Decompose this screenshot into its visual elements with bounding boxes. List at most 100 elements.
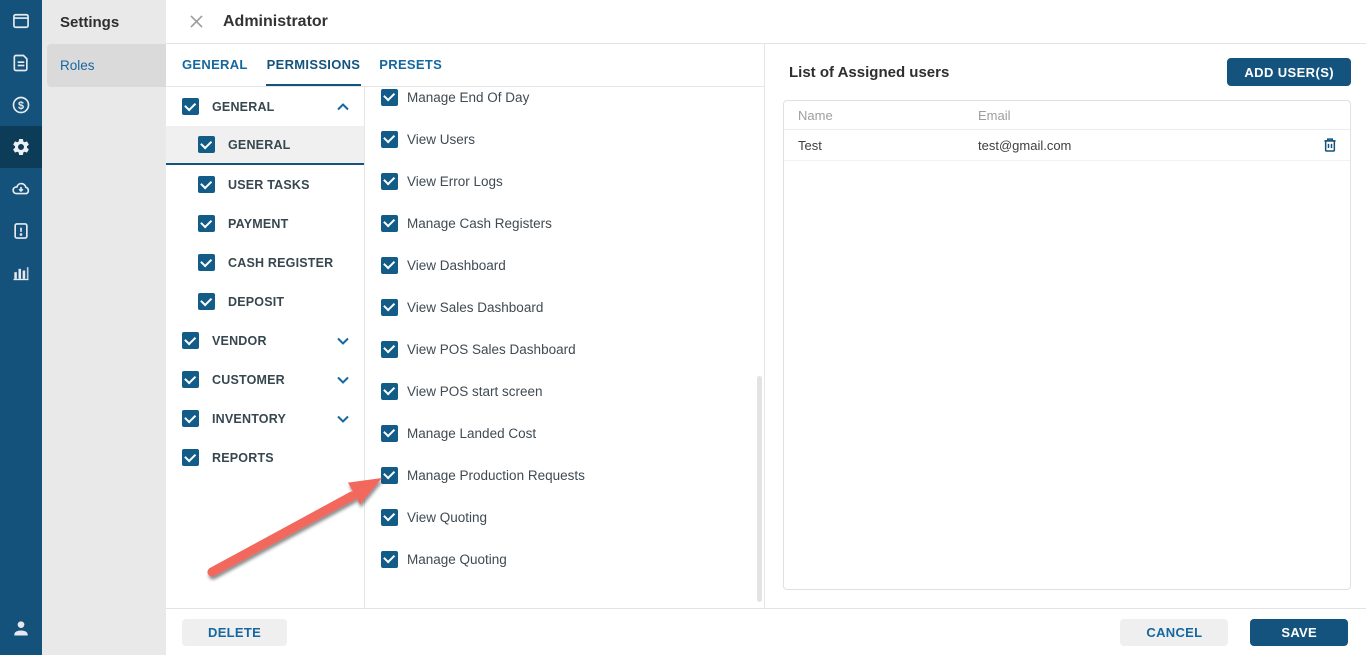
tree-item-reports[interactable]: REPORTS — [166, 438, 364, 477]
permission-item[interactable]: Manage Landed Cost — [365, 412, 764, 454]
scrollbar-thumb[interactable] — [757, 376, 762, 602]
cancel-button[interactable]: CANCEL — [1120, 618, 1229, 646]
chevron-down-icon[interactable] — [337, 415, 349, 423]
page-title: Administrator — [223, 12, 328, 30]
tree-item-label: CASH REGISTER — [228, 255, 334, 270]
delete-button[interactable]: DELETE — [182, 618, 288, 646]
tree-item-cash-register[interactable]: CASH REGISTER — [166, 243, 364, 282]
checkbox[interactable] — [381, 382, 398, 400]
svg-text:$: $ — [18, 100, 24, 112]
settings-gear-icon[interactable] — [0, 126, 42, 168]
assigned-users-table: Name Email Test test@gmail.com — [783, 100, 1351, 590]
checkbox[interactable] — [198, 176, 215, 193]
chevron-down-icon[interactable] — [337, 376, 349, 384]
permission-label: View Error Logs — [407, 173, 503, 189]
add-users-button[interactable]: ADD USER(S) — [1227, 58, 1351, 86]
delete-user-button[interactable] — [1320, 135, 1340, 155]
settings-panel-title: Settings — [60, 13, 120, 31]
tab-presets[interactable]: PRESETS — [378, 44, 443, 86]
settings-item-roles[interactable]: Roles — [47, 44, 166, 87]
column-header-name: Name — [798, 107, 833, 123]
role-editor-modal: Administrator GENERAL PERMISSIONS PRESET… — [166, 0, 1366, 655]
checkbox[interactable] — [198, 293, 215, 310]
checkbox[interactable] — [381, 466, 398, 484]
permission-label: Manage Production Requests — [407, 467, 585, 483]
tab-general[interactable]: GENERAL — [181, 44, 249, 86]
user-name-cell: Test — [798, 137, 822, 153]
bar-chart-icon[interactable] — [0, 252, 42, 294]
table-header: Name Email — [784, 101, 1350, 130]
card-alert-icon[interactable] — [0, 210, 42, 252]
checkbox[interactable] — [182, 371, 199, 388]
chevron-down-icon[interactable] — [337, 337, 349, 345]
permission-item[interactable]: Manage Quoting — [365, 538, 764, 580]
dollar-icon[interactable]: $ — [0, 84, 42, 126]
permission-label: Manage Quoting — [407, 551, 507, 567]
permission-item[interactable]: Manage End Of Day — [365, 87, 764, 118]
tree-item-inventory[interactable]: INVENTORY — [166, 399, 364, 438]
assigned-users-panel: List of Assigned users ADD USER(S) Name … — [765, 44, 1366, 608]
permissions-column: GENERAL PERMISSIONS PRESETS GENERAL GENE… — [166, 44, 765, 608]
permission-list-panel: Manage End Of Day View Users View Error … — [365, 87, 764, 608]
tree-item-general[interactable]: GENERAL — [166, 126, 364, 165]
checkbox[interactable] — [381, 508, 398, 526]
tree-item-label: CUSTOMER — [212, 372, 285, 387]
checkbox[interactable] — [198, 254, 215, 271]
table-row: Test test@gmail.com — [784, 130, 1350, 161]
checkbox[interactable] — [182, 98, 199, 115]
checkbox[interactable] — [381, 214, 398, 232]
checkbox[interactable] — [182, 449, 199, 466]
checkbox[interactable] — [182, 332, 199, 349]
checkbox[interactable] — [381, 256, 398, 274]
tree-item-customer[interactable]: CUSTOMER — [166, 360, 364, 399]
permission-label: Manage End Of Day — [407, 89, 530, 105]
tree-item-general-group[interactable]: GENERAL — [166, 87, 364, 126]
close-icon[interactable] — [186, 12, 206, 32]
checkbox[interactable] — [182, 410, 199, 427]
permission-item[interactable]: View Quoting — [365, 496, 764, 538]
document-icon[interactable] — [0, 42, 42, 84]
checkbox[interactable] — [198, 136, 215, 153]
checkbox[interactable] — [198, 215, 215, 232]
checkbox[interactable] — [381, 550, 398, 568]
permission-item[interactable]: Manage Cash Registers — [365, 202, 764, 244]
tree-item-vendor[interactable]: VENDOR — [166, 321, 364, 360]
permission-item[interactable]: View Sales Dashboard — [365, 286, 764, 328]
permissions-content: GENERAL GENERAL USER TASKS PAYMENT CASH … — [166, 87, 764, 608]
permission-item[interactable]: View POS start screen — [365, 370, 764, 412]
checkbox[interactable] — [381, 340, 398, 358]
save-button[interactable]: SAVE — [1250, 618, 1348, 646]
checkbox[interactable] — [381, 88, 398, 106]
tree-item-label: USER TASKS — [228, 177, 310, 192]
checkbox[interactable] — [381, 298, 398, 316]
permission-label: Manage Landed Cost — [407, 425, 537, 441]
permission-label: View POS Sales Dashboard — [407, 341, 576, 357]
user-email-cell: test@gmail.com — [978, 137, 1072, 153]
checkbox[interactable] — [381, 424, 398, 442]
tree-item-label: GENERAL — [212, 99, 275, 114]
chevron-up-icon[interactable] — [337, 102, 349, 111]
user-icon[interactable] — [0, 607, 42, 649]
modal-header: Administrator — [166, 0, 1366, 44]
permission-label: View POS start screen — [407, 383, 543, 399]
permission-item[interactable]: View POS Sales Dashboard — [365, 328, 764, 370]
permission-label: View Dashboard — [407, 257, 506, 273]
permission-label: Manage Cash Registers — [407, 215, 552, 231]
permission-label: View Quoting — [407, 509, 488, 525]
checkbox[interactable] — [381, 172, 398, 190]
tree-item-label: GENERAL — [228, 137, 291, 152]
cloud-download-icon[interactable] — [0, 168, 42, 210]
permission-item[interactable]: View Dashboard — [365, 244, 764, 286]
permission-item[interactable]: View Error Logs — [365, 160, 764, 202]
window-icon[interactable] — [0, 0, 42, 42]
permission-label: View Users — [407, 131, 476, 147]
tree-item-user-tasks[interactable]: USER TASKS — [166, 165, 364, 204]
permission-item[interactable]: View Users — [365, 118, 764, 160]
tree-item-payment[interactable]: PAYMENT — [166, 204, 364, 243]
checkbox[interactable] — [381, 130, 398, 148]
permission-item-manage-production-requests[interactable]: Manage Production Requests — [365, 454, 764, 496]
assigned-users-header: List of Assigned users ADD USER(S) — [783, 44, 1351, 100]
tree-item-deposit[interactable]: DEPOSIT — [166, 282, 364, 321]
tab-permissions[interactable]: PERMISSIONS — [265, 44, 362, 86]
assigned-users-title: List of Assigned users — [789, 63, 950, 81]
